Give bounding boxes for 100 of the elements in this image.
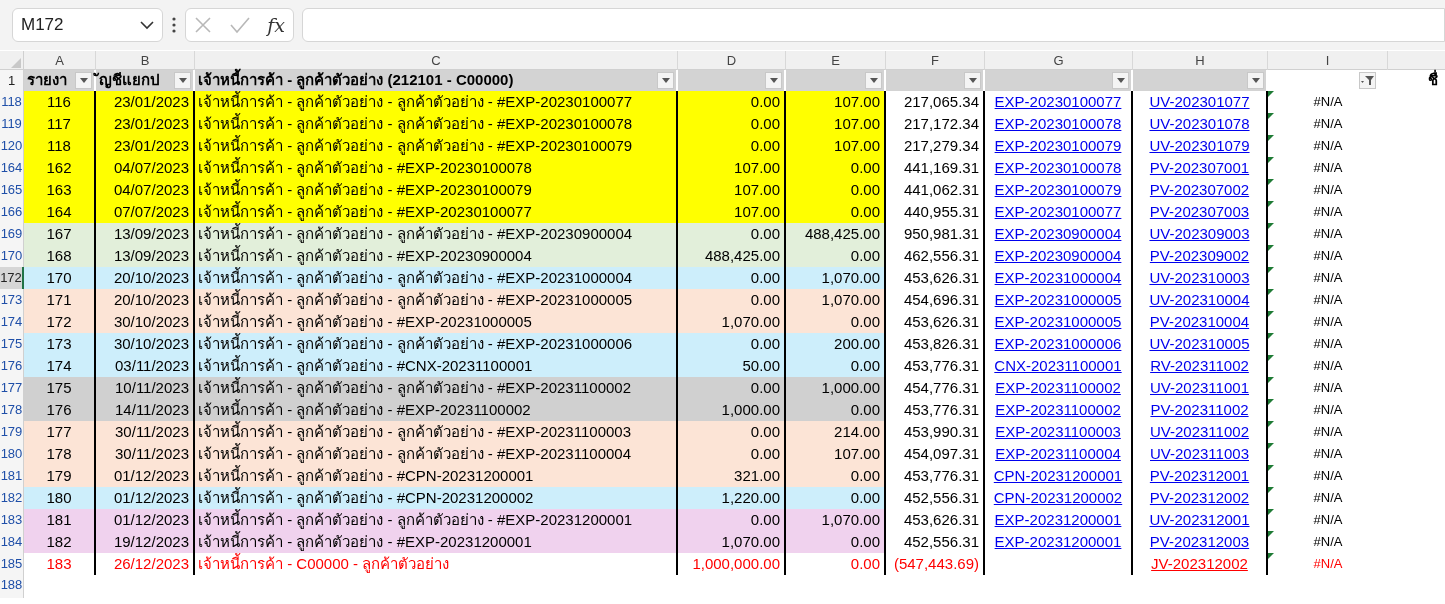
formula-input[interactable]: [302, 8, 1445, 42]
error-indicator-icon[interactable]: [1268, 553, 1274, 559]
error-indicator-icon[interactable]: [1268, 509, 1274, 515]
row-number[interactable]: 170: [0, 245, 24, 267]
document-link[interactable]: UV-202301079: [1149, 135, 1250, 157]
row-number[interactable]: 188: [0, 575, 24, 598]
row-number[interactable]: 166: [0, 201, 24, 223]
error-indicator-icon[interactable]: [1268, 267, 1274, 273]
document-link[interactable]: CPN-20231200001: [993, 465, 1123, 487]
row-number[interactable]: 182: [0, 487, 24, 509]
document-link[interactable]: UV-202301078: [1149, 113, 1250, 135]
document-link[interactable]: EXP-20230100078: [994, 157, 1122, 179]
row-number[interactable]: 120: [0, 135, 24, 157]
document-link[interactable]: UV-202311002: [1150, 421, 1249, 443]
error-indicator-icon[interactable]: [1268, 245, 1274, 251]
document-link[interactable]: EXP-20231000006: [994, 333, 1122, 355]
error-indicator-icon[interactable]: [1268, 289, 1274, 295]
document-link[interactable]: EXP-20230900004: [994, 223, 1122, 245]
error-indicator-icon[interactable]: [1268, 465, 1274, 471]
more-options-icon[interactable]: [171, 16, 177, 34]
document-link[interactable]: EXP-20230100079: [994, 179, 1122, 201]
filter-button[interactable]: [1112, 72, 1129, 89]
row-number[interactable]: 174: [0, 311, 24, 333]
checkmark-icon[interactable]: [228, 16, 251, 34]
document-link[interactable]: EXP-20231000005: [994, 311, 1122, 333]
document-link[interactable]: EXP-20231100002: [995, 399, 1121, 421]
document-link[interactable]: EXP-20231000005: [994, 289, 1122, 311]
error-indicator-icon[interactable]: [1268, 157, 1274, 163]
document-link[interactable]: EXP-20230100077: [994, 201, 1122, 223]
document-link[interactable]: PV-202311002: [1150, 399, 1249, 421]
document-link[interactable]: PV-202307003: [1149, 201, 1250, 223]
row-number[interactable]: 1: [0, 70, 24, 91]
error-indicator-icon[interactable]: [1268, 421, 1274, 427]
row-number[interactable]: 172: [0, 267, 24, 289]
document-link[interactable]: CNX-20231100001: [994, 355, 1122, 377]
error-indicator-icon[interactable]: [1268, 333, 1274, 339]
filter-button[interactable]: [865, 72, 882, 89]
document-link[interactable]: UV-202310004: [1149, 289, 1250, 311]
filter-button[interactable]: [1359, 72, 1376, 89]
document-link[interactable]: UV-202311003: [1150, 443, 1249, 465]
document-link[interactable]: UV-202311001: [1150, 377, 1249, 399]
filter-button[interactable]: [1247, 72, 1264, 89]
filter-button[interactable]: [657, 72, 674, 89]
row-number[interactable]: 118: [0, 91, 24, 113]
filter-button[interactable]: [964, 72, 981, 89]
document-link[interactable]: PV-202309002: [1149, 245, 1250, 267]
document-link[interactable]: EXP-20230100078: [994, 113, 1122, 135]
error-indicator-icon[interactable]: [1268, 531, 1274, 537]
error-indicator-icon[interactable]: [1268, 201, 1274, 207]
row-number[interactable]: 173: [0, 289, 24, 311]
filter-button[interactable]: [765, 72, 782, 89]
document-link[interactable]: UV-202310003: [1149, 267, 1250, 289]
error-indicator-icon[interactable]: [1268, 399, 1274, 405]
document-link[interactable]: UV-202301077: [1149, 91, 1250, 113]
row-number[interactable]: 177: [0, 377, 24, 399]
document-link[interactable]: EXP-20231200001: [994, 531, 1122, 553]
row-number[interactable]: 164: [0, 157, 24, 179]
filter-button[interactable]: [75, 72, 92, 89]
row-number[interactable]: 119: [0, 113, 24, 135]
error-indicator-icon[interactable]: [1268, 311, 1274, 317]
document-link[interactable]: EXP-20230900004: [994, 245, 1122, 267]
document-link[interactable]: UV-202309003: [1149, 223, 1250, 245]
document-link[interactable]: RV-202311002: [1150, 355, 1249, 377]
document-link[interactable]: UV-202312001: [1149, 509, 1250, 531]
error-indicator-icon[interactable]: [1268, 113, 1274, 119]
document-link[interactable]: EXP-20230100077: [994, 91, 1122, 113]
row-number[interactable]: 176: [0, 355, 24, 377]
document-link[interactable]: EXP-20231000004: [994, 267, 1122, 289]
row-number[interactable]: 181: [0, 465, 24, 487]
document-link[interactable]: EXP-20231100004: [995, 443, 1121, 465]
document-link[interactable]: JV-202312002: [1151, 553, 1248, 575]
row-number[interactable]: 185: [0, 553, 24, 575]
error-indicator-icon[interactable]: [1268, 443, 1274, 449]
row-number[interactable]: 183: [0, 509, 24, 531]
error-indicator-icon[interactable]: [1268, 179, 1274, 185]
error-indicator-icon[interactable]: [1268, 487, 1274, 493]
document-link[interactable]: CPN-20231200002: [993, 487, 1123, 509]
row-number[interactable]: 179: [0, 421, 24, 443]
document-link[interactable]: PV-202307002: [1149, 179, 1250, 201]
document-link[interactable]: EXP-20231100003: [995, 421, 1121, 443]
insert-function-button[interactable]: fx: [267, 15, 285, 35]
error-indicator-icon[interactable]: [1268, 355, 1274, 361]
name-box[interactable]: M172: [12, 8, 163, 42]
document-link[interactable]: PV-202310004: [1149, 311, 1250, 333]
row-number[interactable]: 184: [0, 531, 24, 553]
document-link[interactable]: EXP-20230100079: [994, 135, 1122, 157]
error-indicator-icon[interactable]: [1268, 135, 1274, 141]
document-link[interactable]: PV-202307001: [1149, 157, 1250, 179]
document-link[interactable]: EXP-20231100002: [995, 377, 1121, 399]
row-number[interactable]: 178: [0, 399, 24, 421]
document-link[interactable]: PV-202312001: [1149, 465, 1250, 487]
document-link[interactable]: PV-202312003: [1149, 531, 1250, 553]
document-link[interactable]: UV-202310005: [1149, 333, 1250, 355]
document-link[interactable]: EXP-20231200001: [994, 509, 1122, 531]
row-number[interactable]: 169: [0, 223, 24, 245]
row-number[interactable]: 180: [0, 443, 24, 465]
row-number[interactable]: 165: [0, 179, 24, 201]
error-indicator-icon[interactable]: [1268, 223, 1274, 229]
filter-button[interactable]: [174, 72, 191, 89]
document-link[interactable]: PV-202312002: [1149, 487, 1250, 509]
